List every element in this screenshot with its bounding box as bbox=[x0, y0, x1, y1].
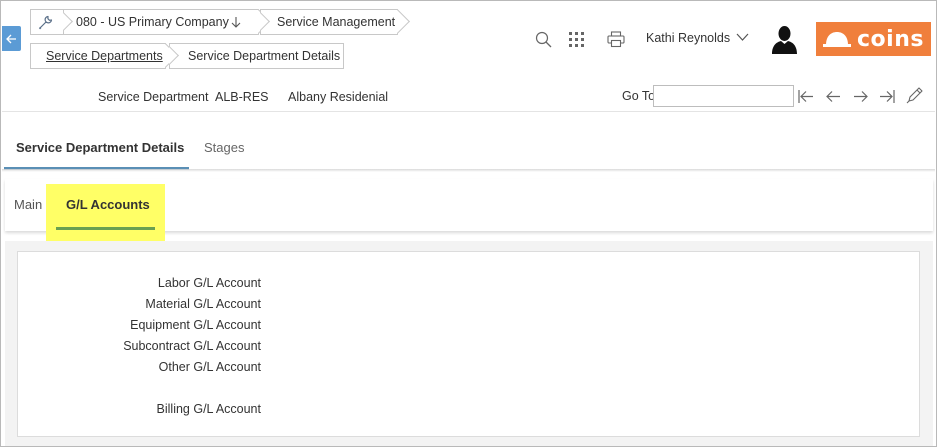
coins-logo: coins bbox=[816, 22, 931, 56]
print-icon bbox=[606, 30, 625, 47]
last-record-button[interactable] bbox=[878, 87, 896, 105]
record-name: Albany Residenial bbox=[288, 90, 389, 104]
arrow-left-icon bbox=[6, 34, 16, 43]
edit-record-button[interactable] bbox=[905, 85, 925, 105]
goto-input[interactable] bbox=[653, 85, 794, 107]
header-divider bbox=[2, 111, 935, 112]
chevron-down-icon bbox=[230, 16, 242, 32]
equipment-gl-account-label: Equipment G/L Account bbox=[130, 318, 261, 332]
user-avatar-icon[interactable] bbox=[771, 25, 798, 57]
previous-record-button[interactable] bbox=[824, 87, 842, 105]
service-departments-crumb[interactable]: Service Departments bbox=[30, 43, 166, 69]
active-subtab-indicator bbox=[56, 227, 155, 230]
highlight-marker bbox=[46, 184, 165, 241]
other-gl-account-label: Other G/L Account bbox=[158, 360, 261, 374]
home-crumb[interactable] bbox=[30, 9, 64, 35]
service-departments-link[interactable]: Service Departments bbox=[31, 49, 163, 63]
app-window: 080 - US Primary Company Service Managem… bbox=[0, 0, 937, 447]
detail-crumb-label: Service Department Details bbox=[188, 49, 341, 63]
subtab-main[interactable]: Main bbox=[14, 197, 42, 212]
logo-text: coins bbox=[857, 26, 924, 52]
user-name[interactable]: Kathi Reynolds bbox=[646, 31, 730, 45]
print-button[interactable] bbox=[606, 30, 625, 48]
tab-stages[interactable]: Stages bbox=[204, 140, 244, 155]
apps-grid-button[interactable] bbox=[568, 31, 584, 47]
material-gl-account-label: Material G/L Account bbox=[145, 297, 261, 311]
record-label: Service Department bbox=[98, 90, 209, 104]
search-icon bbox=[535, 31, 551, 47]
company-crumb[interactable]: 080 - US Primary Company bbox=[63, 9, 259, 35]
tab-service-department-details[interactable]: Service Department Details bbox=[16, 140, 184, 155]
last-record-icon bbox=[879, 89, 895, 103]
record-code: ALB-RES bbox=[215, 90, 269, 104]
collapse-sidebar-button[interactable] bbox=[2, 26, 21, 51]
service-department-details-crumb: Service Department Details bbox=[169, 43, 344, 69]
hardhat-icon bbox=[823, 30, 852, 48]
first-record-icon bbox=[797, 89, 813, 103]
pencil-icon bbox=[906, 87, 923, 104]
first-record-button[interactable] bbox=[796, 87, 814, 105]
labor-gl-account-label: Labor G/L Account bbox=[157, 276, 261, 290]
module-crumb-label: Service Management bbox=[277, 15, 396, 29]
tabbar-shadow bbox=[2, 169, 935, 172]
chevron-down-icon[interactable] bbox=[736, 31, 749, 45]
company-crumb-label: 080 - US Primary Company bbox=[76, 15, 229, 29]
wrench-icon bbox=[37, 13, 55, 34]
arrow-right-icon bbox=[854, 90, 868, 102]
subcontract-gl-account-label: Subcontract G/L Account bbox=[123, 339, 261, 353]
module-crumb[interactable]: Service Management bbox=[260, 9, 398, 35]
billing-gl-account-label: Billing G/L Account bbox=[156, 402, 261, 416]
search-button[interactable] bbox=[534, 30, 552, 48]
next-record-button[interactable] bbox=[852, 87, 870, 105]
goto-label: Go To bbox=[622, 89, 656, 103]
gl-accounts-panel: Labor G/L Account Material G/L Account E… bbox=[17, 251, 920, 437]
apps-grid-icon bbox=[568, 31, 584, 47]
arrow-left-icon bbox=[826, 90, 840, 102]
subtab-gl-accounts[interactable]: G/L Accounts bbox=[66, 197, 150, 212]
